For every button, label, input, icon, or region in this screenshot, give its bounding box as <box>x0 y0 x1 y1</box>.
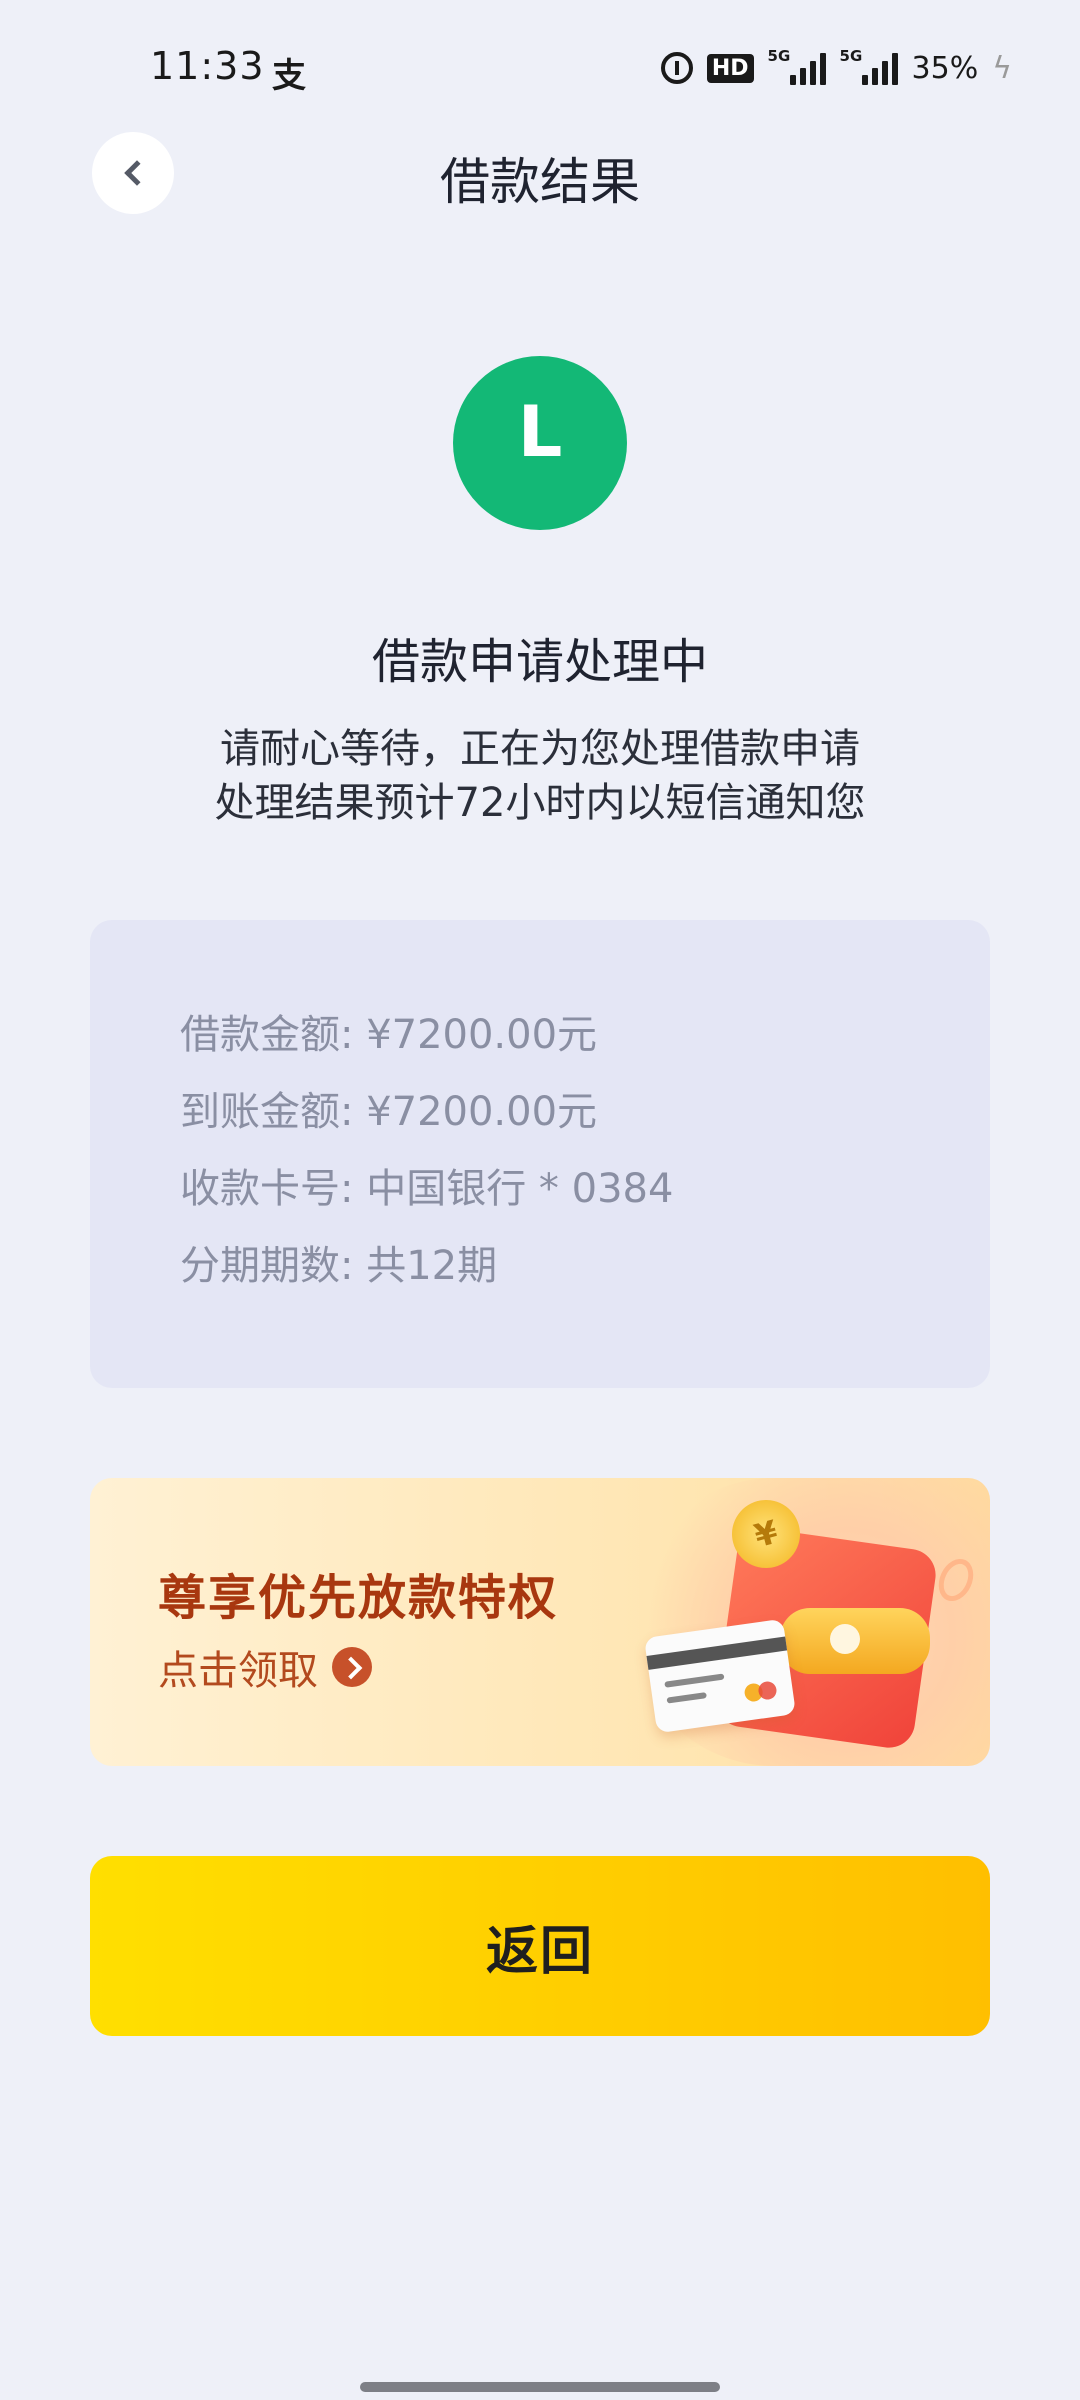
signal-icon: 5G <box>768 47 826 85</box>
installment-count: 分期期数: 共12期 <box>180 1243 498 1289</box>
arrival-amount: 到账金额: ¥7200.00元 <box>180 1089 598 1135</box>
arrow-right-circle-icon <box>332 1647 372 1687</box>
priority-loan-promo-banner[interactable]: ¥ 尊享优先放款特权 点击领取 <box>90 1478 990 1766</box>
charging-bolt-icon: ϟ <box>992 50 1012 86</box>
alipay-icon: 支 <box>272 56 306 96</box>
page-title: 借款结果 <box>440 153 640 211</box>
alarm-icon <box>660 52 693 84</box>
status-heading: 借款申请处理中 <box>371 634 708 690</box>
status-icons: HD 5G 5G 35% ϟ <box>660 47 1012 88</box>
status-description: 请耐心等待，正在为您处理借款申请 处理结果预计72小时内以短信通知您 <box>0 722 1080 830</box>
status-line-1: 请耐心等待，正在为您处理借款申请 <box>220 726 860 772</box>
loan-amount: 借款金额: ¥7200.00元 <box>180 1012 598 1058</box>
promo-cta[interactable]: 点击领取 <box>158 1638 372 1696</box>
promo-title: 尊享优先放款特权 <box>158 1570 559 1626</box>
promo-cta-label: 点击领取 <box>158 1648 318 1694</box>
screen: 11:33 支 HD 5G 5G 35% ϟ 借款结果 L 借款申请处理中 请耐… <box>0 0 1080 2400</box>
status-line-2: 处理结果预计72小时内以短信通知您 <box>214 780 866 826</box>
signal-label-2: 5G <box>839 47 863 65</box>
hd-icon: HD <box>706 53 754 83</box>
lender-logo: L <box>453 356 627 530</box>
signal-icon-2: 5G <box>840 47 898 85</box>
loan-details-card: 借款金额: ¥7200.00元 到账金额: ¥7200.00元 收款卡号: 中国… <box>90 920 990 1388</box>
bank-card-illustration <box>644 1618 796 1734</box>
status-time: 11:33 <box>150 44 265 88</box>
home-indicator[interactable] <box>360 2382 720 2392</box>
signal-label: 5G <box>767 47 791 65</box>
battery-level: 35% <box>911 50 979 86</box>
wallet-button-illustration <box>830 1624 860 1654</box>
return-button[interactable]: 返回 <box>90 1856 990 2036</box>
receiving-card-number: 收款卡号: 中国银行 * 0384 <box>180 1166 674 1212</box>
status-bar: 11:33 支 HD 5G 5G 35% ϟ <box>0 0 1080 130</box>
logo-letter: L <box>517 391 563 473</box>
